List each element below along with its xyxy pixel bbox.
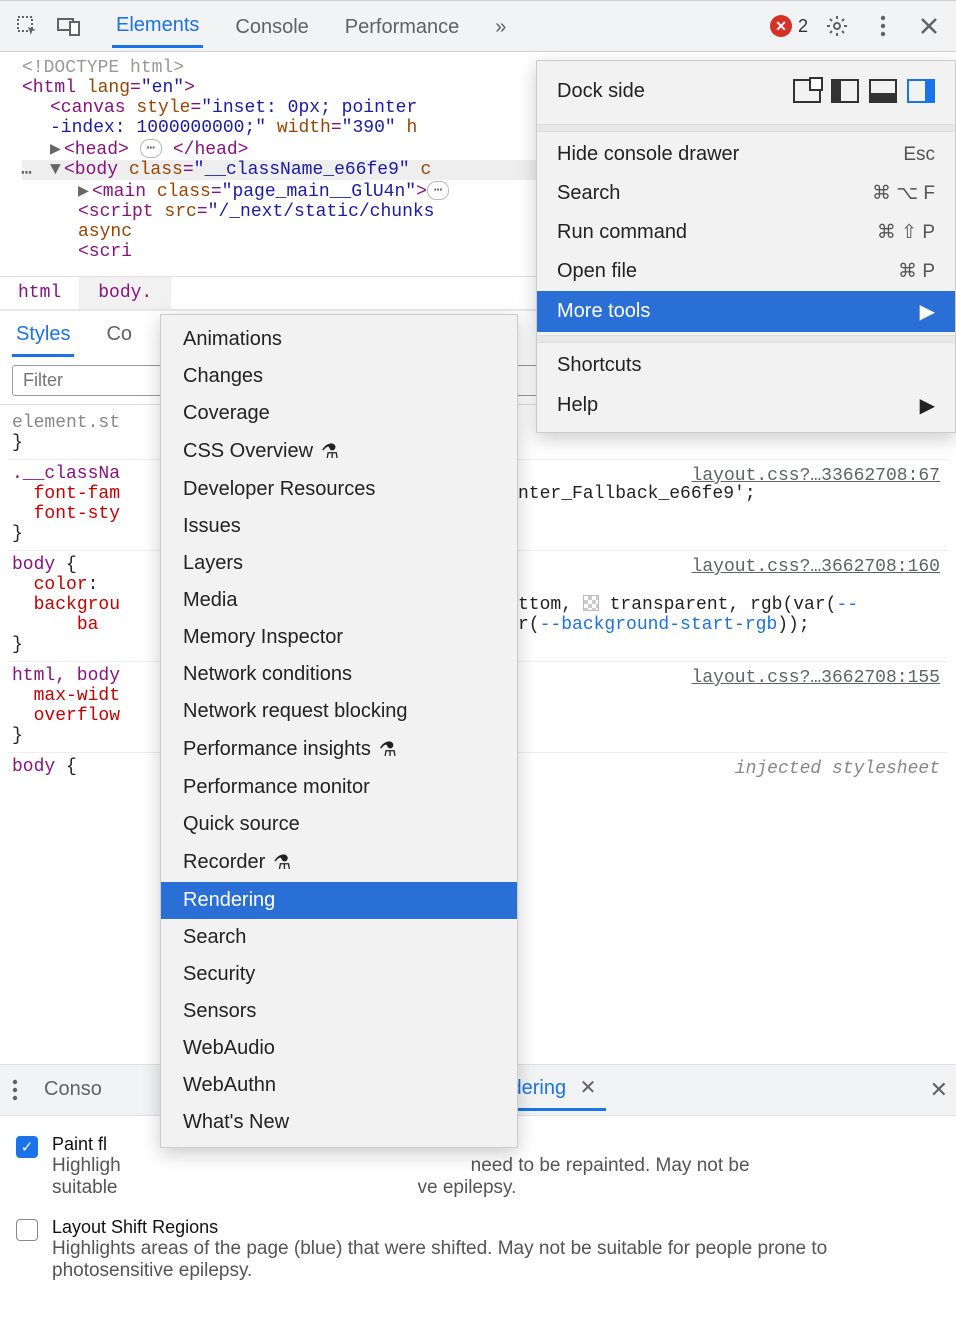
tab-elements[interactable]: Elements	[112, 4, 203, 48]
drawer-kebab-icon[interactable]	[8, 1079, 22, 1101]
source-link[interactable]: layout.css?…3662708:155	[692, 668, 940, 688]
submenu-memory-inspector[interactable]: Memory Inspector	[161, 619, 517, 656]
submenu-recorder[interactable]: Recorder ⚗	[161, 843, 517, 882]
submenu-media[interactable]: Media	[161, 582, 517, 619]
menu-dock-side: Dock side	[537, 61, 955, 121]
menu-hide-drawer[interactable]: Hide console drawerEsc	[537, 135, 955, 174]
submenu-rendering[interactable]: Rendering	[161, 882, 517, 919]
close-tab-icon[interactable]: ✕	[580, 1077, 597, 1099]
submenu-network-conditions[interactable]: Network conditions	[161, 656, 517, 693]
tab-performance[interactable]: Performance	[341, 6, 464, 47]
submenu-webauthn[interactable]: WebAuthn	[161, 1067, 517, 1104]
tab-computed[interactable]: Co	[102, 317, 136, 357]
close-devtools-icon[interactable]	[912, 9, 946, 43]
collapse-arrow-icon[interactable]: ▼	[50, 160, 64, 180]
menu-more-tools[interactable]: More tools▶	[537, 291, 955, 332]
main-menu: Dock side Hide console drawerEsc Search⌘…	[536, 60, 956, 433]
settings-icon[interactable]	[820, 9, 854, 43]
ellipsis-icon[interactable]: ⋯	[427, 181, 449, 200]
tab-overflow[interactable]: »	[491, 6, 510, 47]
devtools-topbar: Elements Console Performance » ✕ 2	[0, 0, 956, 52]
submenu-issues[interactable]: Issues	[161, 508, 517, 545]
selection-marker-icon: ⋯	[21, 162, 32, 184]
crumb-html[interactable]: html	[0, 277, 80, 309]
close-drawer-icon[interactable]: ✕	[930, 1077, 948, 1103]
dock-popout-icon[interactable]	[793, 79, 821, 103]
chevron-right-icon: ▶	[920, 393, 935, 418]
color-swatch-icon[interactable]	[583, 595, 599, 611]
chevron-right-icon: ▶	[920, 299, 935, 324]
expand-arrow-icon[interactable]: ▶	[50, 138, 64, 160]
expand-arrow-icon[interactable]: ▶	[78, 180, 92, 202]
flask-icon: ⚗	[321, 439, 339, 464]
inspect-icon[interactable]	[10, 9, 44, 43]
submenu-animations[interactable]: Animations	[161, 321, 517, 358]
ellipsis-icon[interactable]: ⋯	[140, 139, 162, 158]
main-tabs: Elements Console Performance »	[112, 4, 510, 48]
flask-icon: ⚗	[273, 850, 291, 875]
source-injected: injected stylesheet	[735, 759, 940, 779]
checkbox-unchecked-icon[interactable]	[16, 1219, 38, 1241]
menu-separator	[537, 335, 955, 343]
submenu-perf-monitor[interactable]: Performance monitor	[161, 769, 517, 806]
submenu-network-blocking[interactable]: Network request blocking	[161, 693, 517, 730]
submenu-whats-new[interactable]: What's New	[161, 1104, 517, 1141]
submenu-security[interactable]: Security	[161, 956, 517, 993]
dock-bottom-icon[interactable]	[869, 79, 897, 103]
device-toggle-icon[interactable]	[52, 9, 86, 43]
more-tools-submenu: Animations Changes Coverage CSS Overview…	[160, 314, 518, 1148]
menu-run-command[interactable]: Run command⌘ ⇧ P	[537, 213, 955, 252]
submenu-changes[interactable]: Changes	[161, 358, 517, 395]
drawer-tab-console[interactable]: Conso	[34, 1072, 112, 1109]
menu-search[interactable]: Search⌘ ⌥ F	[537, 174, 955, 213]
submenu-dev-resources[interactable]: Developer Resources	[161, 471, 517, 508]
checkbox-checked-icon[interactable]: ✓	[16, 1136, 38, 1158]
submenu-webaudio[interactable]: WebAudio	[161, 1030, 517, 1067]
error-count: 2	[798, 16, 808, 37]
submenu-css-overview[interactable]: CSS Overview ⚗	[161, 432, 517, 471]
submenu-sensors[interactable]: Sensors	[161, 993, 517, 1030]
crumb-body[interactable]: body.	[80, 277, 171, 309]
error-icon: ✕	[770, 15, 792, 37]
submenu-coverage[interactable]: Coverage	[161, 395, 517, 432]
submenu-perf-insights[interactable]: Performance insights ⚗	[161, 730, 517, 769]
tab-styles[interactable]: Styles	[12, 317, 74, 357]
menu-shortcuts[interactable]: Shortcuts	[537, 346, 955, 385]
dock-right-icon[interactable]	[907, 79, 935, 103]
layout-shift-option[interactable]: Layout Shift Regions Highlights areas of…	[16, 1211, 940, 1294]
submenu-search[interactable]: Search	[161, 919, 517, 956]
submenu-quick-source[interactable]: Quick source	[161, 806, 517, 843]
tab-console[interactable]: Console	[231, 6, 312, 47]
flask-icon: ⚗	[379, 737, 397, 762]
menu-separator	[537, 124, 955, 132]
error-count-badge[interactable]: ✕ 2	[770, 15, 808, 37]
kebab-menu-icon[interactable]	[866, 9, 900, 43]
menu-open-file[interactable]: Open file⌘ P	[537, 252, 955, 291]
source-link[interactable]: layout.css?…33662708:67	[692, 466, 940, 486]
menu-help[interactable]: Help▶	[537, 385, 955, 426]
source-link[interactable]: layout.css?…3662708:160	[692, 557, 940, 577]
submenu-layers[interactable]: Layers	[161, 545, 517, 582]
dock-left-icon[interactable]	[831, 79, 859, 103]
